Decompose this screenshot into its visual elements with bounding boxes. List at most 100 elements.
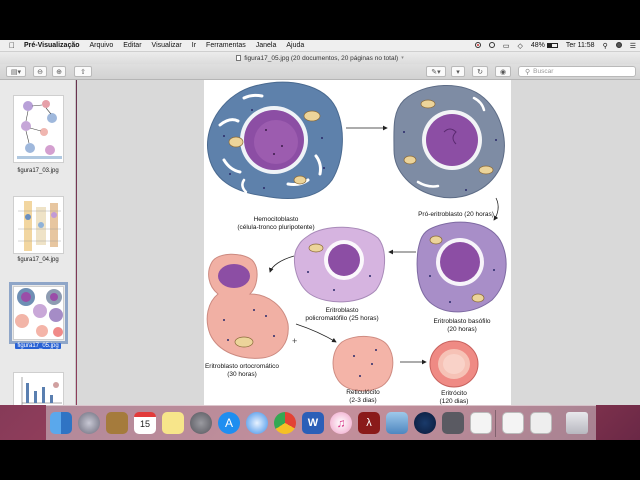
- trash-icon[interactable]: [566, 412, 588, 434]
- status-area: ▭ ◇ 48% Ter 11:58 ⚲ ☰: [471, 41, 640, 50]
- system-preferences-icon[interactable]: [190, 412, 212, 434]
- calendar-icon[interactable]: 15: [134, 412, 156, 434]
- erythropoiesis-figure: [206, 81, 507, 392]
- document-icon[interactable]: [502, 412, 524, 434]
- launchpad-icon[interactable]: [78, 412, 100, 434]
- menu-visualizar[interactable]: Visualizar: [147, 42, 187, 49]
- chevron-down-icon: ▾: [456, 68, 460, 76]
- markup-toolbar-button[interactable]: ◉: [495, 66, 511, 77]
- chevron-down-icon[interactable]: ▾: [401, 55, 404, 61]
- menu-editar[interactable]: Editar: [118, 42, 146, 49]
- document-canvas[interactable]: Hemocitoblasto (célula-tronco pluripoten…: [77, 80, 640, 405]
- zoom-out-button[interactable]: ⊖: [33, 66, 47, 77]
- eritrocito-cell: [429, 340, 479, 388]
- zoom-in-button[interactable]: ⊕: [52, 66, 66, 77]
- word-icon[interactable]: W: [302, 412, 324, 434]
- markup-pen-button[interactable]: ✎▾: [426, 66, 446, 77]
- thumbnail-figura17-04[interactable]: [13, 196, 64, 254]
- app-menu[interactable]: Pré-Visualização: [19, 42, 85, 49]
- caption-eritroblasto-policromatofilo: Eritroblasto policromatófilo (25 horas): [305, 307, 379, 322]
- zoom-out-icon: ⊖: [37, 68, 43, 76]
- apple-menu-icon[interactable]: : [0, 41, 19, 50]
- caption-hemocitoblasto: Hemocitoblasto (célula-tronco pluripoten…: [237, 216, 315, 231]
- dock: 15 A W ♫ λ: [46, 405, 596, 440]
- thumbnail-figura17-05-image: [15, 288, 63, 337]
- zoom-in-icon: ⊕: [56, 68, 62, 76]
- document-icon: [236, 55, 242, 61]
- caption-eritrocito: Eritrócito (120 dias): [439, 390, 469, 405]
- menu-ir[interactable]: Ir: [187, 42, 201, 49]
- window-title-bar[interactable]: figura17_05.jpg (20 documentos, 20 págin…: [0, 52, 640, 64]
- hemocitoblasto-cell: [206, 81, 343, 200]
- menu-bar:  Pré-Visualização Arquivo Editar Visual…: [0, 40, 640, 52]
- siri-icon[interactable]: [612, 41, 626, 50]
- eritroblasto-basofilo-cell: [416, 221, 507, 313]
- rotate-button[interactable]: ↻: [472, 66, 488, 77]
- arrow: [268, 255, 295, 273]
- caption-pro-eritroblasto: Pró-eritroblasto (20 horas): [418, 211, 494, 218]
- page-image[interactable]: Hemocitoblasto (célula-tronco pluripoten…: [204, 80, 511, 405]
- pen-icon: ✎▾: [431, 68, 441, 76]
- share-icon: ⇧: [80, 68, 86, 76]
- sidebar-view-button[interactable]: ▤▾: [6, 66, 26, 77]
- menu-janela[interactable]: Janela: [251, 42, 282, 49]
- thumbnail-label-selected[interactable]: figura17_05.jpg: [0, 343, 75, 349]
- pen-menu-button[interactable]: ▾: [451, 66, 465, 77]
- finder-icon[interactable]: [50, 412, 72, 434]
- thumbnail-label[interactable]: figura17_04.jpg: [0, 257, 75, 263]
- thumbnail-figura17-04-image: [18, 201, 61, 251]
- acrobat-icon[interactable]: λ: [358, 412, 380, 434]
- quicktime-icon[interactable]: [414, 412, 436, 434]
- search-icon: ⚲: [525, 68, 531, 76]
- search-placeholder: Buscar: [533, 68, 554, 75]
- dock-separator: [495, 410, 496, 437]
- notification-center-icon[interactable]: ☰: [626, 42, 640, 50]
- notes-box-icon[interactable]: [106, 412, 128, 434]
- battery-indicator[interactable]: 48%: [527, 42, 562, 49]
- eritroblasto-policromatofilo-cell: [294, 226, 385, 303]
- screenshot-icon[interactable]: [442, 412, 464, 434]
- thumbnail-sidebar: figura17_03.jpg figura17_04.jpg figura17…: [0, 80, 76, 405]
- preview-icon[interactable]: [386, 412, 408, 434]
- window-title: figura17_05.jpg (20 documentos, 20 págin…: [244, 54, 399, 62]
- stickies-icon[interactable]: [162, 412, 184, 434]
- thumbnail-next[interactable]: [13, 372, 64, 405]
- chrome-icon[interactable]: [274, 412, 296, 434]
- search-field[interactable]: ⚲ Buscar: [518, 66, 636, 77]
- clock[interactable]: Ter 11:58: [562, 42, 599, 49]
- pro-eritroblasto-cell: [393, 85, 505, 199]
- thumbnail-next-image: [21, 377, 62, 405]
- thumbnail-figura17-03[interactable]: [13, 95, 64, 163]
- screen:  Pré-Visualização Arquivo Editar Visual…: [0, 0, 640, 480]
- airplay-icon[interactable]: ▭: [499, 42, 514, 50]
- crosshair-cursor-icon: +: [292, 336, 298, 346]
- rotate-icon: ↻: [477, 68, 483, 76]
- arrow: [295, 323, 337, 343]
- thumbnail-figura17-05[interactable]: [9, 282, 68, 344]
- menu-ferramentas[interactable]: Ferramentas: [201, 42, 251, 49]
- wifi-icon[interactable]: ◇: [514, 42, 527, 50]
- safari-icon[interactable]: [246, 412, 268, 434]
- calendar-day: 15: [139, 419, 150, 429]
- caption-reticulocito: Reticulócito (2-3 dias): [346, 389, 380, 404]
- caption-eritroblasto-basofilo: Eritroblasto basófilo (20 horas): [433, 318, 491, 333]
- thumbnail-label[interactable]: figura17_03.jpg: [0, 168, 75, 174]
- app-store-icon[interactable]: A: [218, 412, 240, 434]
- document-icon[interactable]: [470, 412, 492, 434]
- document-icon[interactable]: [530, 412, 552, 434]
- itunes-icon[interactable]: ♫: [330, 412, 352, 434]
- sync-status-icon[interactable]: [485, 41, 499, 50]
- battery-percent: 48%: [530, 42, 545, 49]
- thumbnail-figura17-03-image: [17, 100, 62, 159]
- toolbar: ▤▾ ⊖ ⊕ ⇧ ✎▾ ▾ ↻ ◉ ⚲ Buscar: [0, 64, 640, 80]
- sidebar-icon: ▤▾: [10, 68, 22, 76]
- toolbox-icon: ◉: [499, 68, 507, 76]
- menu-ajuda[interactable]: Ajuda: [281, 42, 309, 49]
- menu-arquivo[interactable]: Arquivo: [85, 42, 119, 49]
- spotlight-icon[interactable]: ⚲: [599, 42, 612, 50]
- caption-eritroblasto-ortocromatico: Eritroblasto ortocromático (30 horas): [204, 363, 280, 378]
- reticulocito-cell: [332, 336, 394, 392]
- share-button[interactable]: ⇧: [74, 66, 92, 77]
- record-status-icon[interactable]: [471, 41, 485, 50]
- battery-icon: [546, 42, 558, 48]
